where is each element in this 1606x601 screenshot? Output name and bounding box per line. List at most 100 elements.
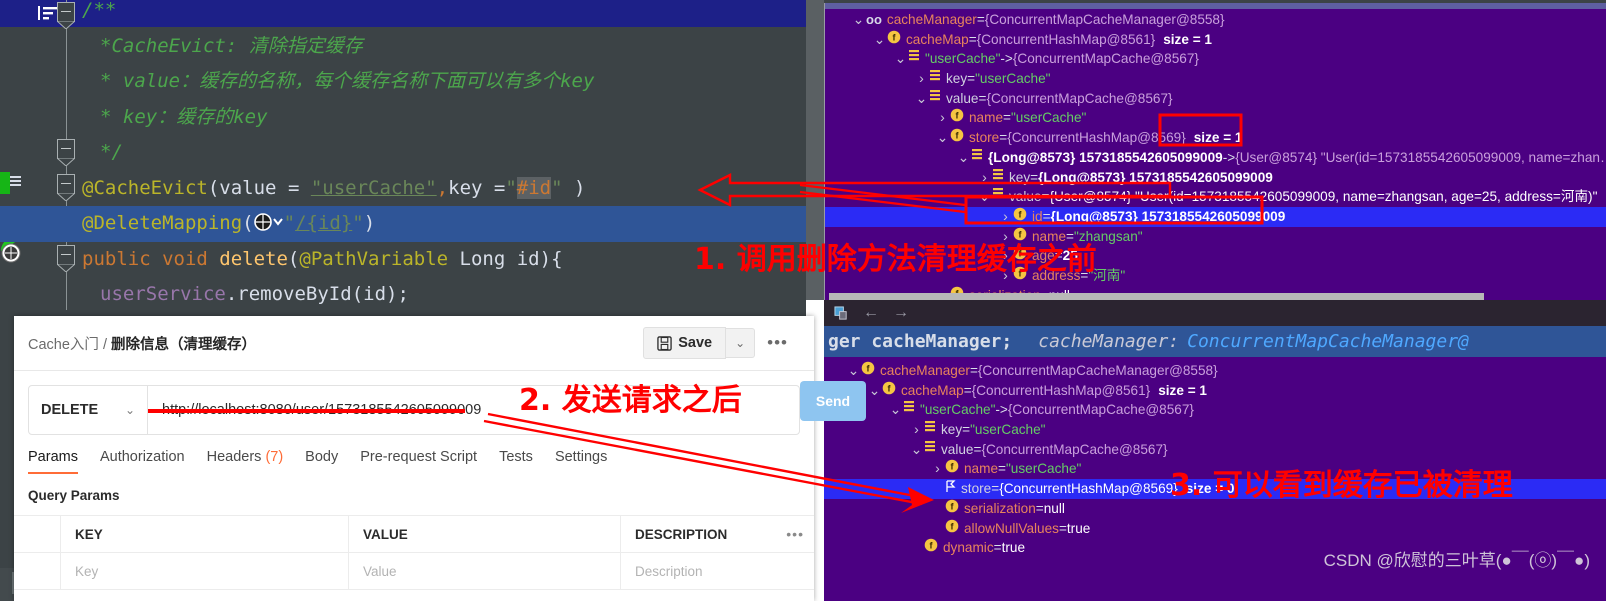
variable-row[interactable]: › f name = "userCache" xyxy=(825,108,1606,128)
chevron-down-icon[interactable]: ⌄ xyxy=(872,30,887,50)
send-label: Send xyxy=(815,393,851,409)
code-line[interactable]: */ xyxy=(100,135,123,171)
variable-name: key xyxy=(1009,169,1031,185)
chevron-down-icon[interactable]: ⌄ xyxy=(867,381,882,401)
fold-marker-tail xyxy=(57,264,75,272)
request-tabs[interactable]: Params Authorization Headers (7) Body Pre-re… xyxy=(28,449,800,474)
tab-pre-request-script[interactable]: Pre-request Script xyxy=(360,449,477,474)
tab-authorization[interactable]: Authorization xyxy=(100,449,185,474)
variable-name: cacheManager xyxy=(886,12,977,27)
variable-row[interactable]: ⌄ value = {User@8574} "User(id=1573185542… xyxy=(825,187,1606,207)
breadcrumb-request[interactable]: 删除信息（清理缓存） xyxy=(111,337,256,353)
bulk-edit-button[interactable]: ••• xyxy=(786,526,814,542)
variable-equals: = xyxy=(978,90,987,106)
chevron-down-icon[interactable]: ⌄ xyxy=(846,361,861,381)
variable-value: null xyxy=(1043,500,1065,516)
chevron-right-icon[interactable]: › xyxy=(914,69,929,89)
variable-row[interactable]: ⌄ oo cacheManager = {ConcurrentMapCacheMan… xyxy=(825,10,1606,30)
variable-name: cacheMap xyxy=(901,382,964,398)
debugger-variables-panel-after[interactable]: ← → ger cacheManager; cacheManager: Conc… xyxy=(824,300,1606,601)
code-token: " xyxy=(283,212,296,234)
back-arrow-icon[interactable]: ← xyxy=(863,304,879,322)
save-label: Save xyxy=(678,335,713,351)
chevron-right-icon[interactable]: › xyxy=(930,459,945,479)
tab-tests[interactable]: Tests xyxy=(499,449,533,474)
chevron-right-icon[interactable]: › xyxy=(977,168,992,188)
chevron-down-icon[interactable]: ⌄ xyxy=(935,128,950,148)
code-line[interactable]: *CacheEvict: 清除指定缓存 xyxy=(100,29,363,65)
code-line[interactable]: @CacheEvict(value = "userCache",key ="#i… xyxy=(82,171,585,207)
code-line[interactable]: public void delete(@PathVariable Long id… xyxy=(82,242,563,278)
variable-row[interactable]: ⌄ value = {ConcurrentMapCache@8567} xyxy=(824,440,1606,460)
variable-row[interactable]: ⌄ "userCache" -> {ConcurrentMapCache@8567… xyxy=(825,49,1606,69)
variable-name: name xyxy=(969,110,1004,126)
variable-equals: = xyxy=(1042,208,1051,224)
variable-row[interactable]: ⌄ f store = {ConcurrentHashMap@8569} size =… xyxy=(825,128,1606,148)
tab-params[interactable]: Params xyxy=(28,449,78,474)
fold-marker[interactable] xyxy=(57,2,75,22)
variable-row[interactable]: › key = {Long@8573} 1573185542605099009 xyxy=(825,168,1606,188)
chevron-down-icon[interactable]: ⌄ xyxy=(893,49,908,69)
description-input[interactable]: Description xyxy=(621,553,781,589)
postman-window[interactable]: Cache入门 / 删除信息（清理缓存） Save ⌄ ••• DELETE ⌄… xyxy=(14,316,814,601)
variable-row[interactable]: › key = "userCache" xyxy=(824,420,1606,440)
query-params-table[interactable]: KEY VALUE DESCRIPTION ••• Key Value Desc… xyxy=(14,515,814,590)
debugger-toolbar[interactable]: ← → xyxy=(824,300,1606,326)
variable-row[interactable]: f allowNullValues = true xyxy=(824,519,1606,539)
variable-row[interactable]: › f id = {Long@8573} 1573185542605099009 xyxy=(825,206,1606,227)
vcs-change-marker[interactable] xyxy=(0,172,10,194)
panel-top-scroll[interactable] xyxy=(825,3,1606,9)
tab-body[interactable]: Body xyxy=(305,449,338,474)
chevron-down-icon[interactable]: ⌄ xyxy=(909,440,924,460)
forward-arrow-icon[interactable]: → xyxy=(893,304,909,322)
chevron-down-icon[interactable]: ⌄ xyxy=(914,89,929,109)
chevron-down-icon[interactable]: ⌄ xyxy=(956,148,971,168)
code-line[interactable]: @DeleteMapping("/{id}") xyxy=(82,206,375,242)
variable-row[interactable]: ⌄ {Long@8573} 1573185542605099009 -> {Use… xyxy=(825,148,1606,168)
variable-row[interactable]: ⌄ f cacheManager = {ConcurrentMapCacheMana… xyxy=(824,361,1606,381)
tab-label: Params xyxy=(28,449,78,465)
variable-row[interactable]: ⌄ value = {ConcurrentMapCache@8567} xyxy=(825,89,1606,109)
breadcrumb[interactable]: Cache入门 / 删除信息（清理缓存） xyxy=(28,333,256,354)
chevron-right-icon[interactable]: › xyxy=(998,207,1013,227)
variables-tree-after[interactable]: ⌄ f cacheManager = {ConcurrentMapCacheMana… xyxy=(824,357,1606,558)
debugger-frame-line[interactable]: ger cacheManager; cacheManager: Concurre… xyxy=(824,326,1606,357)
variable-value: {ConcurrentMapCache@8567} xyxy=(1012,51,1199,67)
code-line[interactable]: /** xyxy=(82,0,116,29)
variable-row[interactable]: ⌄ f cacheMap = {ConcurrentHashMap@8561} siz… xyxy=(824,381,1606,401)
variable-value: {ConcurrentHashMap@8561} xyxy=(971,382,1151,398)
table-row[interactable]: Key Value Description xyxy=(14,553,814,590)
variable-row[interactable]: ⌄ f cacheMap = {ConcurrentHashMap@8561} siz… xyxy=(825,30,1606,50)
key-input[interactable]: Key xyxy=(61,553,349,589)
variable-equals: = xyxy=(962,422,971,438)
code-line[interactable]: userService.removeById(id); xyxy=(100,277,409,313)
chevron-right-icon[interactable]: › xyxy=(909,420,924,440)
variable-row[interactable]: ⌄ "userCache" -> {ConcurrentMapCache@8567… xyxy=(824,400,1606,420)
chevron-down-icon[interactable]: ⌄ xyxy=(851,10,866,30)
row-checkbox-cell[interactable] xyxy=(14,553,61,589)
code-token: value xyxy=(219,176,277,199)
copy-icon[interactable] xyxy=(834,305,849,321)
http-method-select[interactable]: DELETE ⌄ xyxy=(29,386,147,434)
tab-settings[interactable]: Settings xyxy=(555,449,607,474)
more-options-button[interactable]: ••• xyxy=(755,333,800,353)
tab-headers[interactable]: Headers (7) xyxy=(207,449,284,474)
chevron-down-icon[interactable]: ⌄ xyxy=(977,187,992,207)
fold-marker[interactable] xyxy=(57,174,75,194)
code-line[interactable]: * key：缓存的key xyxy=(100,100,268,136)
tab-label: Settings xyxy=(554,449,608,465)
save-button[interactable]: Save xyxy=(643,327,727,359)
tab-label: Tests xyxy=(499,449,533,465)
chevron-down-icon[interactable]: ⌄ xyxy=(888,400,903,420)
fold-marker[interactable] xyxy=(57,139,75,159)
breadcrumb-collection[interactable]: Cache入门 xyxy=(28,337,99,353)
save-dropdown-button[interactable]: ⌄ xyxy=(726,328,756,358)
send-button[interactable]: Send xyxy=(800,381,866,421)
chevron-right-icon[interactable]: › xyxy=(935,108,950,128)
code-line[interactable]: * value：缓存的名称，每个缓存名称下面可以有多个key xyxy=(100,64,594,100)
fold-marker[interactable] xyxy=(57,245,75,265)
value-input[interactable]: Value xyxy=(349,553,621,589)
web-mapping-globe-icon[interactable] xyxy=(253,212,284,232)
variable-name: allowNullValues xyxy=(964,520,1059,536)
variable-row[interactable]: › key = "userCache" xyxy=(825,69,1606,89)
